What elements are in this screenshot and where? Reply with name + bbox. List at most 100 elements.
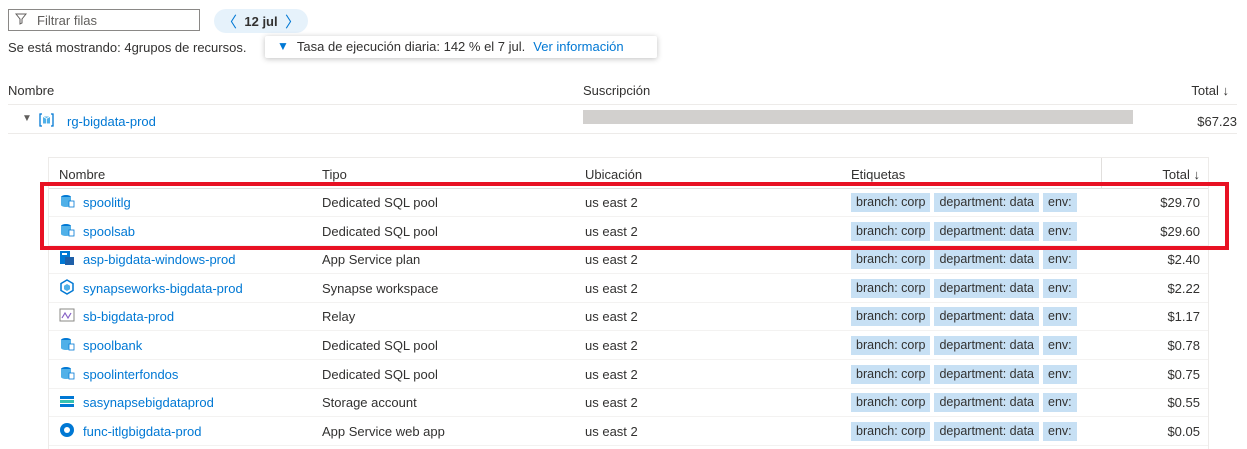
resource-location: us east 2 — [585, 366, 638, 382]
tag-chip[interactable]: env: — [1043, 307, 1077, 327]
resource-tags: branch: corp department: data env: — [851, 393, 1093, 413]
tag-chip[interactable]: department: data — [934, 336, 1039, 355]
resource-name-link[interactable]: spoolinterfondos — [83, 367, 178, 382]
resource-name-link[interactable]: spoolbank — [83, 338, 142, 353]
resource-total: $0.78 — [1167, 338, 1200, 353]
resource-group-name-link[interactable]: rg-bigdata-prod — [67, 114, 156, 129]
filter-rows-box[interactable] — [8, 9, 200, 31]
resource-total: $2.40 — [1167, 252, 1200, 268]
resource-name-link[interactable]: synapseworks-bigdata-prod — [83, 281, 243, 296]
resource-type: Dedicated SQL pool — [322, 223, 438, 239]
date-navigator: 〈 12 jul 〉 — [214, 9, 308, 33]
tag-chip[interactable]: branch: corp — [851, 421, 931, 441]
tag-chip[interactable]: env: — [1043, 250, 1077, 270]
table-row[interactable]: spoolinterfondos Dedicated SQL pool us eas… — [49, 360, 1208, 389]
tag-chip[interactable]: env: — [1043, 364, 1077, 384]
tag-chip[interactable]: department: data — [934, 307, 1039, 327]
resource-name-link[interactable]: spoolitlg — [83, 195, 131, 210]
tag-chip[interactable]: branch: corp — [851, 250, 931, 270]
resources-table: Nombre Tipo Ubicación Etiquetas Total ↓ … — [48, 157, 1209, 449]
table-row[interactable]: spoolitlg Dedicated SQL pool us east 2 bran… — [49, 188, 1208, 217]
resource-location: us east 2 — [585, 395, 638, 411]
resource-total: $1.17 — [1167, 309, 1200, 325]
chevron-right-icon[interactable]: 〉 — [285, 11, 300, 32]
header-tags[interactable]: Etiquetas — [851, 167, 905, 182]
sql-pool-icon — [59, 222, 75, 238]
resource-tags: branch: corp department: data env: — [851, 336, 1093, 355]
date-label: 12 jul — [244, 13, 278, 29]
table-row[interactable]: sb-bigdata-prod Relay us east 2 branch: cor… — [49, 302, 1208, 332]
view-info-link[interactable]: Ver información — [533, 39, 623, 54]
resource-location: us east 2 — [585, 195, 638, 210]
tag-chip[interactable]: department: data — [934, 221, 1039, 241]
resource-tags: branch: corp department: data env: — [851, 421, 1093, 441]
tag-chip[interactable]: department: data — [934, 393, 1039, 413]
header-name[interactable]: Nombre — [8, 83, 54, 98]
tag-chip[interactable]: env: — [1043, 336, 1077, 355]
column-divider — [1101, 158, 1102, 188]
header-name[interactable]: Nombre — [59, 167, 105, 182]
resource-name-link[interactable]: sasynapsebigdataprod — [83, 395, 214, 410]
table-row[interactable]: func-itlgbigdata-prod App Service web app… — [49, 417, 1208, 446]
tag-chip[interactable]: branch: corp — [851, 278, 931, 298]
header-type[interactable]: Tipo — [322, 167, 347, 182]
resource-location: us east 2 — [585, 280, 638, 296]
tag-chip[interactable]: env: — [1043, 393, 1077, 413]
tag-chip[interactable]: branch: corp — [851, 364, 931, 384]
resource-name-link[interactable]: asp-bigdata-windows-prod — [83, 252, 235, 267]
table-row[interactable]: spoolsab Dedicated SQL pool us east 2 branc… — [49, 217, 1208, 246]
filter-rows-input[interactable] — [35, 11, 189, 29]
resource-total: $0.05 — [1167, 423, 1200, 439]
resource-tags: branch: corp department: data env: — [851, 307, 1093, 327]
resource-tags: branch: corp department: data env: — [851, 221, 1093, 241]
chevron-left-icon[interactable]: 〈 — [222, 11, 237, 32]
resource-name-link[interactable]: func-itlgbigdata-prod — [83, 424, 202, 439]
tag-chip[interactable]: branch: corp — [851, 393, 931, 413]
header-total[interactable]: Total ↓ — [1191, 83, 1229, 98]
tag-chip[interactable]: branch: corp — [851, 336, 931, 355]
resource-total: $0.55 — [1167, 395, 1200, 411]
header-location[interactable]: Ubicación — [585, 167, 642, 182]
tag-chip[interactable]: department: data — [934, 278, 1039, 298]
tag-chip[interactable]: department: data — [934, 364, 1039, 384]
subscription-redacted — [583, 110, 1133, 124]
tag-chip[interactable]: branch: corp — [851, 307, 931, 327]
tag-chip[interactable]: env: — [1043, 193, 1077, 212]
tag-chip[interactable]: branch: corp — [851, 221, 931, 241]
table-row[interactable]: sasynapsebigdataprod Storage account us ea… — [49, 388, 1208, 418]
resource-total: $0.75 — [1167, 366, 1200, 382]
resource-type: Dedicated SQL pool — [322, 338, 438, 353]
chevron-down-icon[interactable]: ▼ — [22, 113, 32, 124]
resource-type: Storage account — [322, 395, 417, 411]
sql-pool-icon — [59, 365, 75, 381]
outer-table-header: Nombre Suscripción Total ↓ — [8, 80, 1237, 105]
tag-chip[interactable]: env: — [1043, 421, 1077, 441]
showing-count-text: Se está mostrando: 4grupos de recursos. — [8, 40, 247, 55]
web-app-icon — [59, 422, 75, 438]
resource-tags: branch: corp department: data env: — [851, 193, 1093, 212]
tag-chip[interactable]: department: data — [934, 250, 1039, 270]
header-subscription[interactable]: Suscripción — [583, 83, 650, 98]
tag-chip[interactable]: department: data — [934, 193, 1039, 212]
tag-chip[interactable]: env: — [1043, 221, 1077, 241]
header-total[interactable]: Total ↓ — [1162, 167, 1200, 182]
tag-chip[interactable]: department: data — [934, 421, 1039, 441]
table-row[interactable]: asp-bigdata-windows-prod App Service plan… — [49, 245, 1208, 275]
resource-type: App Service plan — [322, 252, 421, 268]
resource-type: Dedicated SQL pool — [322, 366, 438, 382]
table-row[interactable]: synapseworks-bigdata-prod Synapse workspa… — [49, 274, 1208, 303]
tag-chip[interactable]: env: — [1043, 278, 1077, 298]
resource-type: Relay — [322, 309, 356, 325]
resource-total: $29.60 — [1160, 223, 1200, 239]
storage-account-icon — [59, 393, 75, 409]
resource-tags: branch: corp department: data env: — [851, 250, 1093, 270]
resource-name-link[interactable]: sb-bigdata-prod — [83, 309, 174, 324]
resource-location: us east 2 — [585, 252, 638, 268]
info-triangle-icon: ▼ — [277, 39, 289, 53]
resource-name-link[interactable]: spoolsab — [83, 224, 135, 239]
app-service-plan-icon — [59, 250, 75, 266]
sql-pool-icon — [59, 193, 75, 209]
run-rate-callout: ▼ Tasa de ejecución diaria: 142 % el 7 j… — [265, 36, 657, 58]
table-row[interactable]: spoolbank Dedicated SQL pool us east 2 bran… — [49, 331, 1208, 360]
tag-chip[interactable]: branch: corp — [851, 193, 931, 212]
